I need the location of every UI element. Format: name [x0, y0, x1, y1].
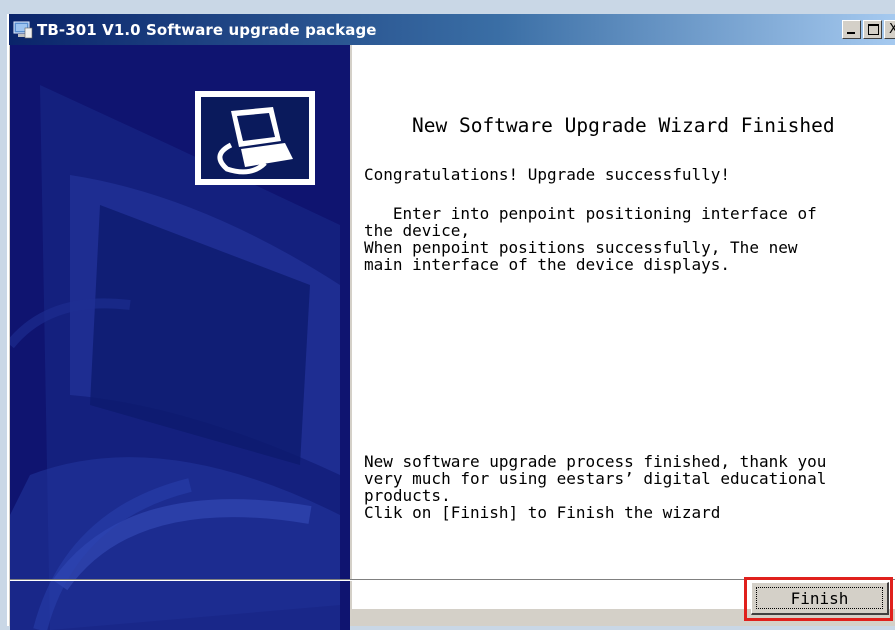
congrats-text: Congratulations! Upgrade successfully!	[364, 165, 731, 184]
closing-text: New software upgrade process finished, t…	[364, 452, 827, 522]
window-title: TB-301 V1.0 Software upgrade package	[37, 20, 377, 39]
wizard-side-banner	[10, 45, 350, 630]
close-icon: X	[889, 22, 895, 37]
close-button[interactable]: X	[884, 20, 895, 39]
minimize-icon	[847, 32, 855, 34]
computer-app-icon	[13, 20, 33, 40]
instructions-text: Enter into penpoint positioning interfac…	[364, 204, 817, 274]
maximize-icon	[868, 24, 879, 35]
minimize-button[interactable]	[842, 20, 861, 39]
wizard-logo	[195, 91, 315, 185]
wizard-content: New Software Upgrade Wizard Finished Con…	[352, 45, 895, 609]
wizard-heading: New Software Upgrade Wizard Finished	[412, 114, 835, 137]
caption-buttons: X	[842, 20, 895, 39]
title-bar[interactable]: TB-301 V1.0 Software upgrade package X	[9, 14, 895, 45]
focus-indicator	[756, 587, 883, 609]
computer-monitor-icon	[201, 97, 309, 179]
wizard-window: TB-301 V1.0 Software upgrade package X N…	[7, 14, 895, 630]
finish-button[interactable]: Finish	[751, 582, 889, 615]
maximize-button[interactable]	[863, 20, 882, 39]
